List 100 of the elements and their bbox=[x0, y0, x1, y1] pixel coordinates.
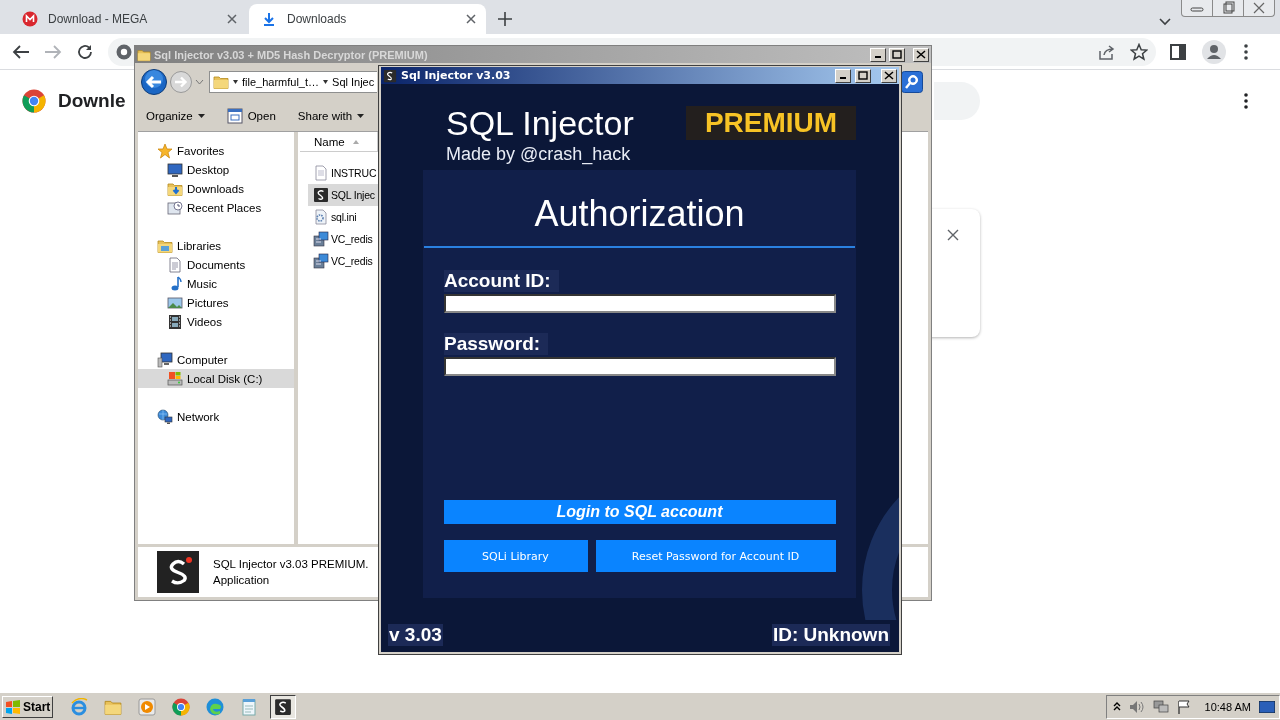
nav-item[interactable]: Recent Places bbox=[138, 198, 294, 217]
picture-icon bbox=[167, 294, 183, 311]
nav-label: Libraries bbox=[177, 239, 222, 252]
document-icon bbox=[167, 256, 183, 273]
file-item[interactable]: INSTRUC bbox=[308, 162, 378, 184]
tab-title: Downloads bbox=[287, 12, 348, 26]
chevron-down-icon[interactable] bbox=[1159, 18, 1171, 26]
chevron-up-icon[interactable] bbox=[1112, 702, 1121, 711]
column-title: Name bbox=[314, 135, 345, 148]
file-type: Application bbox=[213, 574, 271, 586]
file-item[interactable]: VC_redis bbox=[308, 250, 378, 272]
drive-icon bbox=[167, 370, 183, 387]
edge-logo-icon bbox=[206, 697, 224, 716]
address-bar[interactable]: file_harmful_t… Sql Injec bbox=[209, 71, 377, 93]
file-item[interactable]: SQL Injec bbox=[308, 184, 378, 206]
library-button[interactable]: SQLi Library bbox=[443, 540, 588, 572]
minimize-button[interactable] bbox=[870, 47, 886, 62]
author-byline: Made by @crash_hack bbox=[446, 144, 632, 164]
close-icon bbox=[884, 71, 894, 80]
page-title: Downle bbox=[58, 90, 126, 112]
forward-button-icon[interactable] bbox=[170, 71, 192, 93]
flag-icon[interactable] bbox=[1176, 699, 1191, 714]
file-name: VC_redis bbox=[331, 255, 373, 267]
nav-item[interactable]: Pictures bbox=[138, 293, 294, 312]
nav-label: Computer bbox=[177, 353, 228, 366]
nav-label: Music bbox=[187, 277, 218, 290]
desktop-icon[interactable] bbox=[1259, 700, 1275, 713]
breadcrumb-item[interactable]: Sql Injec bbox=[323, 76, 375, 88]
version-label: v 3.03 bbox=[388, 624, 443, 646]
close-icon bbox=[916, 50, 926, 59]
back-arrow-icon[interactable] bbox=[12, 43, 30, 60]
login-button[interactable]: Login to SQL account bbox=[443, 500, 836, 524]
toolbar-button[interactable]: Share with bbox=[297, 110, 365, 122]
nav-label: Pictures bbox=[187, 296, 229, 309]
maximize-icon bbox=[858, 71, 868, 80]
menu-icon[interactable] bbox=[1244, 93, 1248, 109]
nav-item[interactable]: Computer bbox=[138, 350, 294, 369]
caret-icon bbox=[357, 114, 365, 118]
toolbar-button[interactable]: Organize bbox=[146, 110, 205, 122]
caret-icon bbox=[323, 80, 329, 84]
monitor-icon bbox=[167, 161, 183, 178]
nav-item[interactable]: Documents bbox=[138, 255, 294, 274]
nav-item[interactable]: Downloads bbox=[138, 179, 294, 198]
tab-title: Download - MEGA bbox=[48, 12, 149, 26]
reset-password-button[interactable]: Reset Password for Account ID bbox=[595, 540, 836, 572]
account-id-label: ID: Unknown bbox=[771, 624, 890, 646]
taskbar-button[interactable] bbox=[270, 694, 296, 719]
breadcrumb-item[interactable]: file_harmful_t… bbox=[233, 76, 320, 88]
toolbar-button[interactable]: Open bbox=[226, 108, 276, 124]
panel-heading: Authorization bbox=[534, 192, 745, 236]
network-icon[interactable] bbox=[1152, 699, 1169, 714]
close-icon[interactable] bbox=[466, 14, 476, 24]
input-field[interactable] bbox=[443, 294, 836, 313]
nav-item[interactable]: Local Disk (C:) bbox=[138, 369, 294, 388]
browser-tab[interactable]: Downloads bbox=[249, 4, 486, 34]
installer-icon bbox=[313, 231, 329, 247]
close-icon[interactable] bbox=[227, 14, 237, 24]
side-panel-icon[interactable] bbox=[1170, 43, 1186, 60]
nav-item[interactable]: Favorites bbox=[138, 141, 294, 160]
menu-icon[interactable] bbox=[1244, 43, 1248, 60]
nav-label: Documents bbox=[187, 258, 246, 271]
nav-item[interactable]: Music bbox=[138, 274, 294, 293]
start-button[interactable]: Start bbox=[2, 695, 53, 718]
new-tab-icon[interactable] bbox=[498, 12, 512, 26]
nav-item[interactable]: Videos bbox=[138, 312, 294, 331]
avatar-icon[interactable] bbox=[1202, 39, 1226, 64]
notepad-icon bbox=[240, 697, 258, 716]
close-icon[interactable] bbox=[947, 229, 959, 241]
window-title: Sql Injector v3.03 + MD5 Hash Decryptor (PREMIUM) bbox=[154, 48, 429, 61]
nav-item[interactable]: Desktop bbox=[138, 160, 294, 179]
file-name: SQL Injec bbox=[331, 189, 375, 201]
input-field[interactable] bbox=[443, 357, 836, 376]
app-icon bbox=[274, 697, 292, 716]
maximize-button[interactable] bbox=[889, 47, 905, 62]
media-player-icon bbox=[138, 697, 156, 716]
nav-item[interactable]: Libraries bbox=[138, 236, 294, 255]
close-button[interactable] bbox=[881, 68, 897, 83]
app-icon bbox=[383, 68, 397, 83]
file-item[interactable]: VC_redis bbox=[308, 228, 378, 250]
nav-label: Local Disk (C:) bbox=[187, 372, 263, 385]
minimize-button[interactable] bbox=[835, 68, 851, 83]
file-name: SQL Injector v3.03 PREMIUM. bbox=[213, 558, 369, 570]
file-item[interactable]: sql.ini bbox=[308, 206, 378, 228]
caret-icon bbox=[197, 114, 205, 118]
close-button[interactable] bbox=[913, 47, 929, 62]
speaker-icon[interactable] bbox=[1128, 699, 1145, 714]
reload-icon[interactable] bbox=[76, 42, 94, 61]
back-button-icon[interactable] bbox=[141, 69, 167, 95]
maximize-button[interactable] bbox=[855, 68, 871, 83]
share-icon[interactable] bbox=[1098, 42, 1116, 61]
browser-e-icon bbox=[70, 697, 88, 716]
browser-tab[interactable]: Download - MEGA bbox=[10, 4, 247, 34]
bookmark-star-icon[interactable] bbox=[1130, 42, 1148, 61]
chrome-logo-icon bbox=[22, 89, 46, 113]
sort-arrow-icon bbox=[352, 139, 359, 144]
nav-item[interactable]: Network bbox=[138, 407, 294, 426]
settings-file-icon bbox=[313, 209, 329, 225]
download-folder-icon bbox=[167, 180, 183, 197]
nav-label: Network bbox=[177, 410, 220, 423]
search-icon[interactable] bbox=[901, 71, 923, 93]
